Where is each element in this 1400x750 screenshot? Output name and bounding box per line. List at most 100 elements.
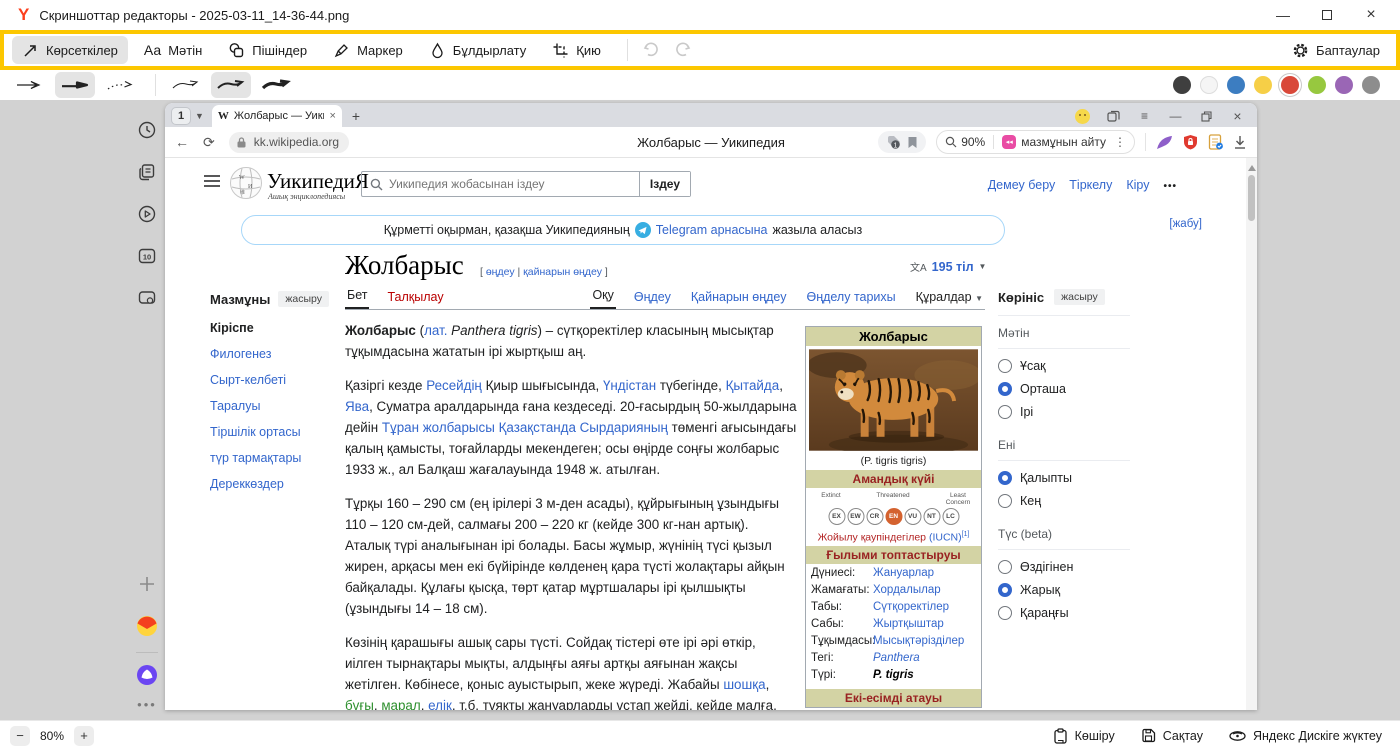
browser-menu-button[interactable]: ≡ — [1137, 109, 1152, 124]
wiki-link[interactable]: бұғы — [345, 698, 374, 710]
feather-extension-button[interactable] — [1156, 135, 1173, 150]
color-swatch-2[interactable] — [1227, 76, 1245, 94]
settings-button[interactable]: Баптаулар — [1292, 42, 1388, 59]
yandex-mail-button[interactable] — [135, 614, 159, 638]
wiki-menu-button[interactable] — [203, 174, 221, 188]
wikipedia-wordmark[interactable]: УикипедиЯ — [267, 169, 369, 194]
arrow-style-plain[interactable] — [10, 72, 50, 98]
wiki-link[interactable]: Ресейдің — [426, 378, 482, 393]
tool-marker-button[interactable]: Маркер — [323, 36, 413, 64]
toc-item[interactable]: Сырт-келбеті — [210, 373, 340, 387]
color-swatch-4[interactable] — [1281, 76, 1299, 94]
iucn-badge-ew[interactable]: EW — [847, 508, 864, 525]
toc-item[interactable]: Тіршілік ортасы — [210, 425, 340, 439]
browser-minimize-button[interactable]: — — [1168, 109, 1183, 124]
toc-item[interactable]: Дереккөздер — [210, 477, 340, 491]
radio-option[interactable]: Өздігінен — [998, 560, 1130, 574]
tab-read[interactable]: Оқу — [590, 288, 615, 309]
wiki-link[interactable]: Үндістан — [603, 378, 656, 393]
taxonomy-value[interactable]: Мысықтәрізділер — [873, 635, 964, 647]
upload-disk-button[interactable]: Яндекс Дискіге жүктеу — [1229, 729, 1382, 743]
sketch-arrow-bold[interactable] — [256, 72, 296, 98]
tool-text-button[interactable]: Аа Мәтін — [134, 36, 212, 64]
zoom-control[interactable]: 90% — [945, 135, 985, 149]
radio-icon[interactable] — [998, 606, 1012, 620]
active-tab[interactable]: W Жолбарыс — Уикипеді × — [212, 105, 342, 127]
banner-telegram-link[interactable]: Telegram арнасына — [656, 223, 768, 237]
new-tab-button[interactable]: + — [352, 108, 360, 124]
undo-button[interactable] — [638, 37, 664, 63]
taxonomy-value[interactable]: Panthera — [873, 652, 920, 664]
profile-avatar[interactable] — [1075, 109, 1090, 124]
url-field[interactable]: kk.wikipedia.org — [229, 132, 349, 153]
toc-item[interactable]: Филогенез — [210, 347, 340, 361]
radio-icon[interactable] — [998, 560, 1012, 574]
collections-button[interactable]: 1 — [886, 135, 902, 150]
wiki-link[interactable]: Ява — [345, 399, 369, 414]
login-link[interactable]: Кіру — [1126, 178, 1149, 192]
edit-source-link[interactable]: қайнарын өңдеу — [523, 266, 602, 278]
alice-button[interactable] — [135, 663, 159, 687]
color-swatch-1[interactable] — [1200, 76, 1218, 94]
color-swatch-3[interactable] — [1254, 76, 1272, 94]
wiki-link[interactable]: елік — [428, 698, 452, 710]
taxonomy-value[interactable]: Жыртқыштар — [873, 618, 944, 630]
page-scrollbar[interactable] — [1246, 158, 1257, 710]
timer-10-button[interactable]: 10 — [135, 244, 159, 268]
tab-edit[interactable]: Өңдеу — [632, 290, 673, 309]
tool-arrows-button[interactable]: Көрсеткілер — [12, 36, 128, 64]
appearance-hide-button[interactable]: жасыру — [1054, 289, 1105, 305]
toc-item[interactable]: Таралуы — [210, 399, 340, 413]
iucn-badge-en[interactable]: EN — [885, 508, 902, 525]
radio-icon[interactable] — [998, 359, 1012, 373]
zoom-in-button[interactable]: + — [74, 726, 94, 746]
tool-blur-button[interactable]: Бұлдырлату — [419, 36, 536, 64]
toc-item[interactable]: Кіріспе — [210, 321, 340, 335]
wiki-link[interactable]: лат. — [424, 323, 447, 338]
radio-option[interactable]: Қараңғы — [998, 606, 1130, 620]
radio-icon[interactable] — [998, 583, 1012, 597]
status-category-link[interactable]: Жойылу қаупіндегілер — [818, 531, 926, 543]
wikipedia-globe-icon[interactable]: W И 维 — [229, 166, 263, 200]
wiki-search-button[interactable]: Іздеу — [639, 172, 690, 196]
arrow-style-dotted[interactable] — [100, 72, 140, 98]
color-swatch-6[interactable] — [1335, 76, 1353, 94]
protect-shield-button[interactable] — [1183, 134, 1198, 150]
radio-icon[interactable] — [998, 405, 1012, 419]
iucn-badge-cr[interactable]: CR — [866, 508, 883, 525]
maximize-button[interactable] — [1320, 8, 1334, 22]
edit-link[interactable]: өңдеу — [486, 266, 515, 278]
reload-button[interactable]: ⟳ — [203, 134, 215, 151]
tab-talk[interactable]: Талқылау — [385, 290, 445, 309]
browser-restore-button[interactable] — [1199, 109, 1214, 124]
wiki-link[interactable]: Қазақстанда Сырдарияның — [499, 420, 668, 435]
radio-option[interactable]: Орташа — [998, 382, 1130, 396]
iucn-link[interactable]: (IUCN) — [929, 531, 962, 543]
tab-panels-button[interactable] — [1106, 109, 1121, 124]
radio-option[interactable]: Ұсақ — [998, 359, 1130, 373]
back-button[interactable]: ← — [175, 134, 189, 150]
taxobox-image[interactable] — [806, 346, 981, 454]
tab-counter-button[interactable]: 1 — [171, 107, 191, 125]
add-button[interactable] — [135, 572, 159, 596]
wiki-link[interactable]: Тұран жолбарысы — [382, 420, 495, 435]
color-swatch-5[interactable] — [1308, 76, 1326, 94]
tab-list-chevron-icon[interactable]: ▼ — [195, 111, 204, 121]
zoom-out-button[interactable]: − — [10, 726, 30, 746]
toc-item[interactable]: түр тармақтары — [210, 451, 340, 465]
browser-close-button[interactable]: × — [1230, 109, 1245, 124]
wiki-search-input[interactable] — [383, 177, 639, 191]
language-selector[interactable]: 文А 195 тіл ▼ — [910, 259, 986, 274]
iucn-badge-nt[interactable]: NT — [923, 508, 940, 525]
radio-icon[interactable] — [998, 382, 1012, 396]
radio-option[interactable]: Қалыпты — [998, 471, 1130, 485]
radio-option[interactable]: Кең — [998, 494, 1130, 508]
tab-tools[interactable]: Құралдар ▼ — [914, 290, 985, 309]
screen-capture-button[interactable] — [135, 286, 159, 310]
tab-close-icon[interactable]: × — [329, 110, 335, 122]
downloads-button[interactable] — [1233, 135, 1247, 150]
wiki-link[interactable]: шошқа — [723, 677, 765, 692]
tab-page[interactable]: Бет — [345, 288, 369, 309]
toc-hide-button[interactable]: жасыру — [278, 291, 329, 307]
more-links-button[interactable]: ••• — [1163, 178, 1177, 192]
